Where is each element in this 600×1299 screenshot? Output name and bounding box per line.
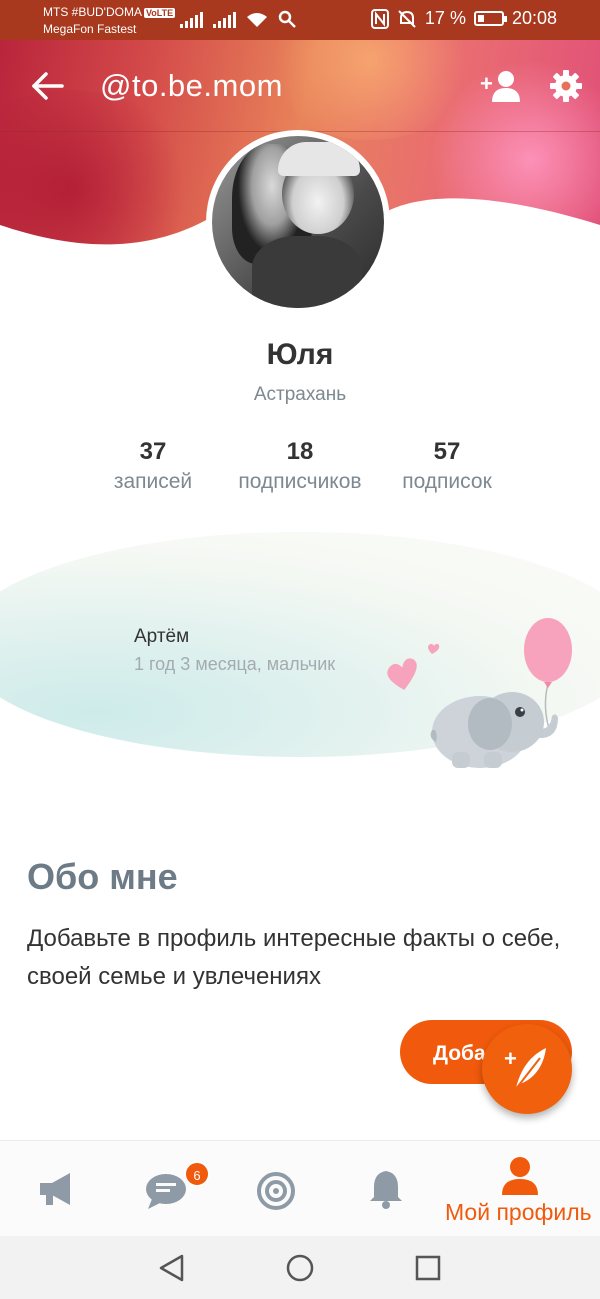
nav-profile-label[interactable]: Мой профиль xyxy=(445,1199,592,1226)
signal-icon xyxy=(180,12,203,28)
bottom-navigation: 6 Мой профиль xyxy=(0,1140,600,1236)
wifi-icon xyxy=(247,13,267,27)
profile-icon[interactable] xyxy=(498,1155,542,1197)
system-home-icon[interactable] xyxy=(286,1254,314,1282)
volte-badge: VoLTE xyxy=(143,8,176,18)
add-friend-icon[interactable]: + xyxy=(478,68,522,104)
feather-icon xyxy=(511,1048,546,1095)
status-bar: MTS #BUD'DOMA VoLTE MegaFon Fastest 17 % … xyxy=(0,0,600,40)
stat-following-label: подписок xyxy=(402,470,492,493)
mute-icon xyxy=(398,9,416,28)
profile-name: Юля xyxy=(266,338,334,371)
stat-following-value: 57 xyxy=(433,438,461,465)
bell-icon[interactable] xyxy=(366,1167,406,1211)
carrier-2: MegaFon Fastest xyxy=(43,22,137,36)
clock: 20:08 xyxy=(511,8,557,28)
stat-posts[interactable]: 37 записей xyxy=(103,438,203,494)
elephant-illustration xyxy=(387,618,572,768)
carrier-info: MTS #BUD'DOMA VoLTE MegaFon Fastest xyxy=(43,4,176,37)
stat-followers-value: 18 xyxy=(286,438,314,465)
search-icon xyxy=(278,10,296,28)
megaphone-icon[interactable] xyxy=(34,1167,78,1211)
stat-followers[interactable]: 18 подписчиков xyxy=(225,438,375,494)
stat-posts-label: записей xyxy=(113,470,193,493)
chat-icon[interactable] xyxy=(144,1171,188,1211)
profile-city: Астрахань xyxy=(253,384,347,405)
about-title: Обо мне xyxy=(27,856,178,897)
back-arrow-icon[interactable] xyxy=(28,66,68,106)
svg-text:+: + xyxy=(480,71,493,96)
gear-icon[interactable] xyxy=(548,68,584,104)
messages-badge: 6 xyxy=(184,1161,210,1187)
target-icon[interactable] xyxy=(256,1171,296,1211)
avatar-photo xyxy=(212,136,384,308)
signal-icon-2 xyxy=(213,12,236,28)
battery-icon xyxy=(473,11,507,26)
child-card[interactable]: Артём 1 год 3 месяца, мальчик xyxy=(0,532,600,768)
system-recents-icon[interactable] xyxy=(414,1254,442,1282)
child-info: 1 год 3 месяца, мальчик xyxy=(134,654,336,674)
system-navigation xyxy=(0,1236,600,1299)
stat-following[interactable]: 57 подписок xyxy=(392,438,502,494)
profile-toolbar: @to.be.mom + xyxy=(0,40,600,132)
profile-handle: @to.be.mom xyxy=(100,68,283,103)
battery-percent: 17 % xyxy=(424,8,466,28)
child-name: Артём xyxy=(134,626,190,647)
about-text: Добавьте в профиль интересные факты о се… xyxy=(27,925,561,990)
stat-posts-value: 37 xyxy=(139,438,167,465)
carrier-1: MTS #BUD'DOMA xyxy=(43,5,142,19)
system-back-icon[interactable] xyxy=(158,1254,186,1282)
stat-followers-label: подписчиков xyxy=(238,470,362,493)
nfc-icon xyxy=(370,8,389,29)
avatar[interactable] xyxy=(206,130,390,314)
new-post-fab[interactable]: + xyxy=(482,1024,572,1114)
